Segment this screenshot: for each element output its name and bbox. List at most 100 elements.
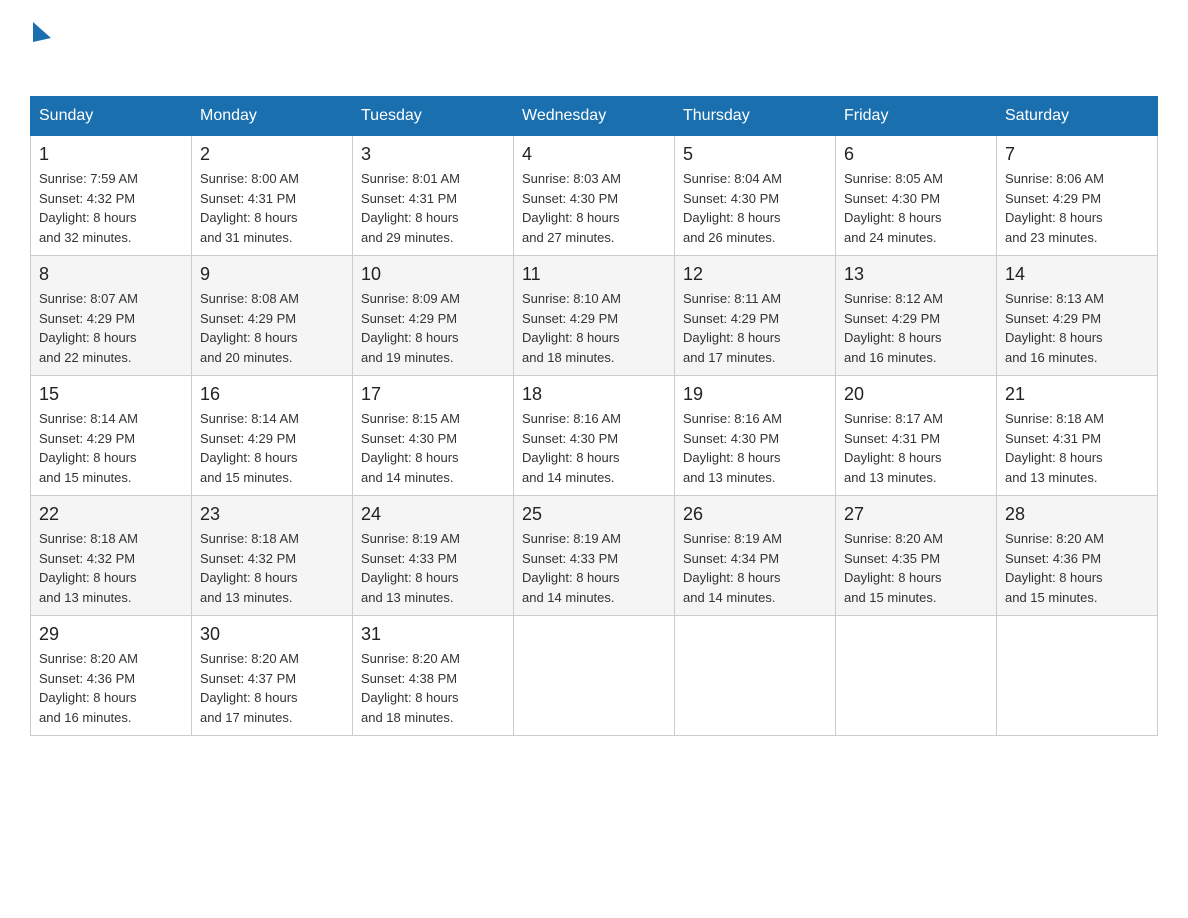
day-cell-25: 25 Sunrise: 8:19 AMSunset: 4:33 PMDaylig…	[514, 496, 675, 616]
day-info: Sunrise: 8:01 AMSunset: 4:31 PMDaylight:…	[361, 171, 460, 245]
day-info: Sunrise: 8:13 AMSunset: 4:29 PMDaylight:…	[1005, 291, 1104, 365]
day-number: 18	[522, 384, 666, 405]
day-number: 12	[683, 264, 827, 285]
day-info: Sunrise: 8:18 AMSunset: 4:32 PMDaylight:…	[200, 531, 299, 605]
day-info: Sunrise: 8:18 AMSunset: 4:32 PMDaylight:…	[39, 531, 138, 605]
day-cell-19: 19 Sunrise: 8:16 AMSunset: 4:30 PMDaylig…	[675, 376, 836, 496]
day-number: 27	[844, 504, 988, 525]
day-number: 8	[39, 264, 183, 285]
logo-arrow-icon	[33, 22, 51, 42]
day-info: Sunrise: 8:20 AMSunset: 4:35 PMDaylight:…	[844, 531, 943, 605]
day-info: Sunrise: 8:20 AMSunset: 4:38 PMDaylight:…	[361, 651, 460, 725]
day-info: Sunrise: 8:20 AMSunset: 4:37 PMDaylight:…	[200, 651, 299, 725]
day-info: Sunrise: 8:19 AMSunset: 4:33 PMDaylight:…	[361, 531, 460, 605]
day-header-tuesday: Tuesday	[353, 97, 514, 136]
empty-cell	[836, 616, 997, 736]
day-number: 30	[200, 624, 344, 645]
day-cell-16: 16 Sunrise: 8:14 AMSunset: 4:29 PMDaylig…	[192, 376, 353, 496]
day-number: 3	[361, 144, 505, 165]
empty-cell	[997, 616, 1158, 736]
day-cell-22: 22 Sunrise: 8:18 AMSunset: 4:32 PMDaylig…	[31, 496, 192, 616]
day-info: Sunrise: 8:06 AMSunset: 4:29 PMDaylight:…	[1005, 171, 1104, 245]
day-header-thursday: Thursday	[675, 97, 836, 136]
day-number: 22	[39, 504, 183, 525]
day-number: 14	[1005, 264, 1149, 285]
day-header-saturday: Saturday	[997, 97, 1158, 136]
day-info: Sunrise: 8:16 AMSunset: 4:30 PMDaylight:…	[683, 411, 782, 485]
day-number: 4	[522, 144, 666, 165]
day-cell-4: 4 Sunrise: 8:03 AMSunset: 4:30 PMDayligh…	[514, 136, 675, 256]
day-number: 17	[361, 384, 505, 405]
empty-cell	[514, 616, 675, 736]
page-header	[30, 20, 1158, 76]
day-info: Sunrise: 8:14 AMSunset: 4:29 PMDaylight:…	[200, 411, 299, 485]
week-row-3: 15 Sunrise: 8:14 AMSunset: 4:29 PMDaylig…	[31, 376, 1158, 496]
day-cell-8: 8 Sunrise: 8:07 AMSunset: 4:29 PMDayligh…	[31, 256, 192, 376]
day-cell-30: 30 Sunrise: 8:20 AMSunset: 4:37 PMDaylig…	[192, 616, 353, 736]
day-cell-17: 17 Sunrise: 8:15 AMSunset: 4:30 PMDaylig…	[353, 376, 514, 496]
day-cell-10: 10 Sunrise: 8:09 AMSunset: 4:29 PMDaylig…	[353, 256, 514, 376]
day-info: Sunrise: 8:03 AMSunset: 4:30 PMDaylight:…	[522, 171, 621, 245]
day-cell-15: 15 Sunrise: 8:14 AMSunset: 4:29 PMDaylig…	[31, 376, 192, 496]
day-cell-12: 12 Sunrise: 8:11 AMSunset: 4:29 PMDaylig…	[675, 256, 836, 376]
day-info: Sunrise: 8:05 AMSunset: 4:30 PMDaylight:…	[844, 171, 943, 245]
day-info: Sunrise: 8:12 AMSunset: 4:29 PMDaylight:…	[844, 291, 943, 365]
day-info: Sunrise: 8:19 AMSunset: 4:33 PMDaylight:…	[522, 531, 621, 605]
day-cell-20: 20 Sunrise: 8:17 AMSunset: 4:31 PMDaylig…	[836, 376, 997, 496]
day-cell-6: 6 Sunrise: 8:05 AMSunset: 4:30 PMDayligh…	[836, 136, 997, 256]
day-cell-9: 9 Sunrise: 8:08 AMSunset: 4:29 PMDayligh…	[192, 256, 353, 376]
day-info: Sunrise: 8:20 AMSunset: 4:36 PMDaylight:…	[39, 651, 138, 725]
day-info: Sunrise: 7:59 AMSunset: 4:32 PMDaylight:…	[39, 171, 138, 245]
day-cell-1: 1 Sunrise: 7:59 AMSunset: 4:32 PMDayligh…	[31, 136, 192, 256]
day-cell-5: 5 Sunrise: 8:04 AMSunset: 4:30 PMDayligh…	[675, 136, 836, 256]
day-number: 2	[200, 144, 344, 165]
day-number: 31	[361, 624, 505, 645]
day-cell-29: 29 Sunrise: 8:20 AMSunset: 4:36 PMDaylig…	[31, 616, 192, 736]
day-cell-2: 2 Sunrise: 8:00 AMSunset: 4:31 PMDayligh…	[192, 136, 353, 256]
day-cell-24: 24 Sunrise: 8:19 AMSunset: 4:33 PMDaylig…	[353, 496, 514, 616]
day-cell-27: 27 Sunrise: 8:20 AMSunset: 4:35 PMDaylig…	[836, 496, 997, 616]
day-cell-14: 14 Sunrise: 8:13 AMSunset: 4:29 PMDaylig…	[997, 256, 1158, 376]
calendar-table: SundayMondayTuesdayWednesdayThursdayFrid…	[30, 96, 1158, 736]
day-cell-28: 28 Sunrise: 8:20 AMSunset: 4:36 PMDaylig…	[997, 496, 1158, 616]
day-cell-31: 31 Sunrise: 8:20 AMSunset: 4:38 PMDaylig…	[353, 616, 514, 736]
day-number: 9	[200, 264, 344, 285]
day-number: 21	[1005, 384, 1149, 405]
day-header-monday: Monday	[192, 97, 353, 136]
day-number: 6	[844, 144, 988, 165]
day-cell-18: 18 Sunrise: 8:16 AMSunset: 4:30 PMDaylig…	[514, 376, 675, 496]
day-info: Sunrise: 8:17 AMSunset: 4:31 PMDaylight:…	[844, 411, 943, 485]
day-number: 26	[683, 504, 827, 525]
day-cell-13: 13 Sunrise: 8:12 AMSunset: 4:29 PMDaylig…	[836, 256, 997, 376]
logo	[30, 20, 51, 76]
day-number: 13	[844, 264, 988, 285]
day-number: 29	[39, 624, 183, 645]
day-info: Sunrise: 8:15 AMSunset: 4:30 PMDaylight:…	[361, 411, 460, 485]
day-number: 25	[522, 504, 666, 525]
week-row-2: 8 Sunrise: 8:07 AMSunset: 4:29 PMDayligh…	[31, 256, 1158, 376]
day-info: Sunrise: 8:00 AMSunset: 4:31 PMDaylight:…	[200, 171, 299, 245]
week-row-1: 1 Sunrise: 7:59 AMSunset: 4:32 PMDayligh…	[31, 136, 1158, 256]
day-info: Sunrise: 8:09 AMSunset: 4:29 PMDaylight:…	[361, 291, 460, 365]
day-cell-3: 3 Sunrise: 8:01 AMSunset: 4:31 PMDayligh…	[353, 136, 514, 256]
day-cell-23: 23 Sunrise: 8:18 AMSunset: 4:32 PMDaylig…	[192, 496, 353, 616]
day-number: 16	[200, 384, 344, 405]
week-row-4: 22 Sunrise: 8:18 AMSunset: 4:32 PMDaylig…	[31, 496, 1158, 616]
day-number: 24	[361, 504, 505, 525]
day-header-friday: Friday	[836, 97, 997, 136]
day-cell-26: 26 Sunrise: 8:19 AMSunset: 4:34 PMDaylig…	[675, 496, 836, 616]
day-info: Sunrise: 8:08 AMSunset: 4:29 PMDaylight:…	[200, 291, 299, 365]
day-number: 10	[361, 264, 505, 285]
day-number: 1	[39, 144, 183, 165]
day-number: 5	[683, 144, 827, 165]
day-header-sunday: Sunday	[31, 97, 192, 136]
day-number: 28	[1005, 504, 1149, 525]
week-row-5: 29 Sunrise: 8:20 AMSunset: 4:36 PMDaylig…	[31, 616, 1158, 736]
day-cell-7: 7 Sunrise: 8:06 AMSunset: 4:29 PMDayligh…	[997, 136, 1158, 256]
day-number: 23	[200, 504, 344, 525]
day-number: 7	[1005, 144, 1149, 165]
day-number: 20	[844, 384, 988, 405]
day-number: 19	[683, 384, 827, 405]
empty-cell	[675, 616, 836, 736]
day-header-wednesday: Wednesday	[514, 97, 675, 136]
